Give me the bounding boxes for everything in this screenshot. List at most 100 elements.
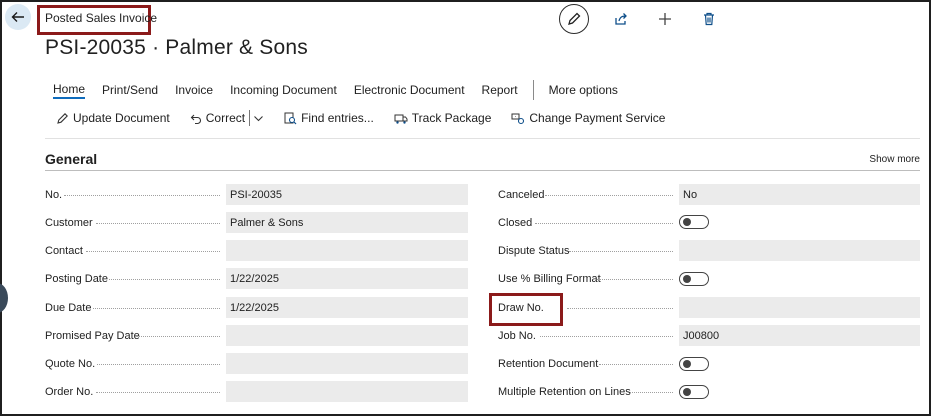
field-row-job-no: Job No. xyxy=(498,325,536,346)
leader-dots xyxy=(597,279,673,280)
share-icon xyxy=(615,13,627,25)
leader-dots xyxy=(630,392,673,393)
customer-field[interactable]: Palmer & Sons xyxy=(226,212,468,233)
field-label: Multiple Retention on Lines xyxy=(498,385,631,398)
toggle-knob xyxy=(683,218,691,226)
field-row-posting-date: Posting Date xyxy=(45,268,108,289)
arrow-left-icon xyxy=(11,12,24,22)
field-row-contact: Contact xyxy=(45,240,83,261)
home-actions: Update Document Correct Find entries... … xyxy=(56,110,685,126)
change-payment-service-label: Change Payment Service xyxy=(529,111,666,125)
field-row-closed: Closed xyxy=(498,212,532,233)
leader-dots xyxy=(86,251,220,252)
closed-toggle[interactable] xyxy=(679,215,709,229)
promised-pay-date-field[interactable] xyxy=(226,325,468,346)
truck-icon xyxy=(394,114,408,124)
chevron-down-icon[interactable] xyxy=(253,113,264,124)
pencil-icon xyxy=(57,112,68,124)
leader-dots xyxy=(540,336,673,337)
field-label: Dispute Status xyxy=(498,244,570,257)
show-more-link[interactable]: Show more xyxy=(869,154,920,165)
field-row-retention-document: Retention Document xyxy=(498,353,598,374)
plus-icon xyxy=(659,13,671,25)
new-button[interactable] xyxy=(651,5,679,33)
field-row-customer: Customer xyxy=(45,212,93,233)
field-label: Retention Document xyxy=(498,357,599,370)
leader-dots xyxy=(96,223,220,224)
field-label: Order No. xyxy=(45,385,94,398)
multiple-retention-toggle[interactable] xyxy=(679,385,709,399)
action-menu: Home Print/Send Invoice Incoming Documen… xyxy=(53,80,635,100)
field-row-dispute-status: Dispute Status xyxy=(498,240,570,261)
field-label: No. xyxy=(45,188,63,201)
page-caption: Posted Sales Invoice xyxy=(45,11,158,25)
track-package-button[interactable]: Track Package xyxy=(394,111,492,125)
leader-dots xyxy=(96,392,220,393)
field-row-multiple-retention: Multiple Retention on Lines xyxy=(498,381,631,402)
page-title: PSI-20035 · Palmer & Sons xyxy=(45,36,308,59)
menu-more-options[interactable]: More options xyxy=(549,83,618,97)
field-label: Contact xyxy=(45,244,83,257)
find-entries-label: Find entries... xyxy=(301,111,374,125)
update-document-button[interactable]: Update Document xyxy=(56,111,170,125)
correct-label: Correct xyxy=(205,111,246,125)
field-label: Quote No. xyxy=(45,357,96,370)
delete-icon xyxy=(704,12,714,26)
toggle-knob xyxy=(683,275,691,283)
field-label: Canceled xyxy=(498,188,545,201)
top-action-bar xyxy=(559,4,739,34)
field-label: Closed xyxy=(498,216,533,229)
posting-date-field[interactable]: 1/22/2025 xyxy=(226,268,468,289)
use-billing-format-toggle[interactable] xyxy=(679,272,709,286)
back-button[interactable] xyxy=(5,4,31,30)
menu-electronic-document[interactable]: Electronic Document xyxy=(354,83,465,97)
quote-no-field[interactable] xyxy=(226,353,468,374)
field-row-no: No. xyxy=(45,184,62,205)
job-no-field[interactable]: J00800 xyxy=(679,325,920,346)
leader-dots xyxy=(567,308,673,309)
menu-incoming-document[interactable]: Incoming Document xyxy=(230,83,337,97)
draw-no-highlight xyxy=(489,293,563,326)
menu-home[interactable]: Home xyxy=(53,82,86,99)
edit-button[interactable] xyxy=(559,4,589,34)
split-divider xyxy=(249,110,251,126)
field-row-promised-pay-date: Promised Pay Date xyxy=(45,325,140,346)
undo-icon xyxy=(190,114,201,124)
toggle-knob xyxy=(683,360,691,368)
field-row-due-date: Due Date xyxy=(45,297,91,318)
leader-dots xyxy=(93,308,220,309)
field-label: Use % Billing Format xyxy=(498,272,601,285)
section-divider xyxy=(45,170,920,171)
field-row-order-no: Order No. xyxy=(45,381,93,402)
menu-report[interactable]: Report xyxy=(482,83,518,97)
retention-document-toggle[interactable] xyxy=(679,357,709,371)
delete-button[interactable] xyxy=(695,5,723,33)
field-row-canceled: Canceled xyxy=(498,184,544,205)
leader-dots xyxy=(535,223,673,224)
share-button[interactable] xyxy=(607,5,635,33)
track-package-label: Track Package xyxy=(411,111,492,125)
due-date-field[interactable]: 1/22/2025 xyxy=(226,297,468,318)
menu-print-send[interactable]: Print/Send xyxy=(102,83,158,97)
correct-button[interactable]: Correct xyxy=(190,110,264,126)
menu-invoice[interactable]: Invoice xyxy=(175,83,213,97)
contact-field[interactable] xyxy=(226,240,468,261)
field-label: Job No. xyxy=(498,329,536,342)
leader-dots xyxy=(97,364,220,365)
section-title[interactable]: General xyxy=(45,151,97,167)
field-row-quote-no: Quote No. xyxy=(45,353,95,374)
menu-separator xyxy=(532,80,534,100)
field-row-use-billing-format: Use % Billing Format xyxy=(498,268,601,289)
canceled-field[interactable]: No xyxy=(679,184,920,205)
field-label: Posting Date xyxy=(45,272,108,285)
find-entries-button[interactable]: Find entries... xyxy=(284,111,374,125)
update-document-label: Update Document xyxy=(73,111,170,125)
change-payment-service-button[interactable]: Change Payment Service xyxy=(511,111,665,125)
dispute-status-field[interactable] xyxy=(679,240,920,261)
leader-dots xyxy=(599,364,673,365)
payment-service-icon xyxy=(511,113,525,124)
no-field[interactable]: PSI-20035 xyxy=(226,184,468,205)
order-no-field[interactable] xyxy=(226,381,468,402)
leader-dots xyxy=(545,195,673,196)
draw-no-field[interactable] xyxy=(679,297,920,318)
